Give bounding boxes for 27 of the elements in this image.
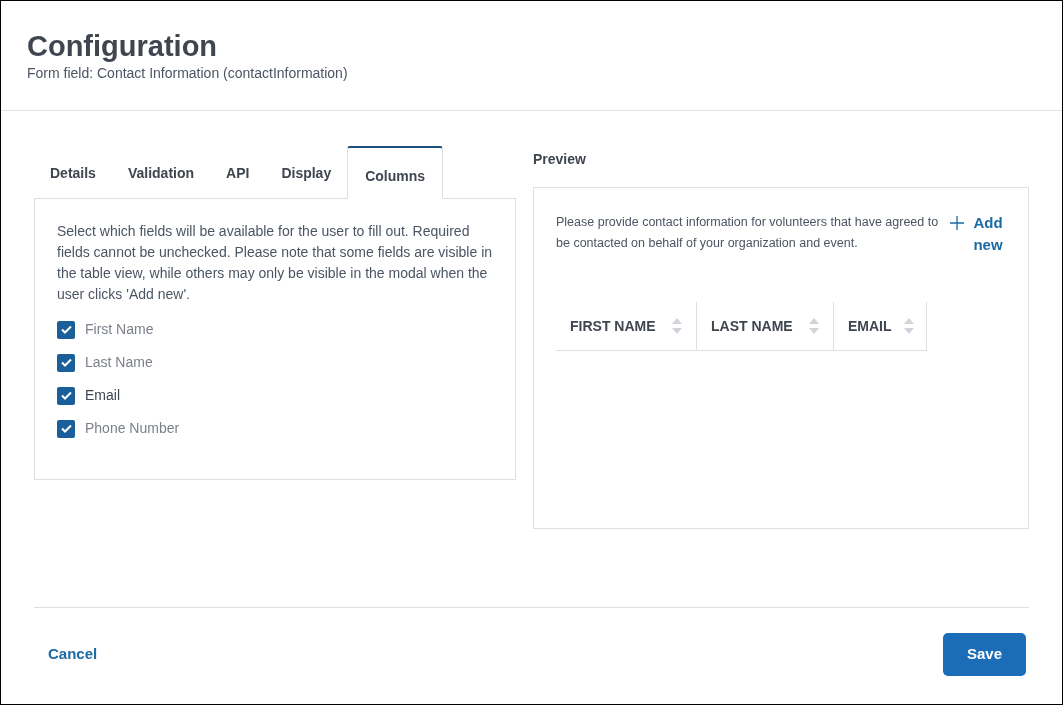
tab[interactable]: Display <box>265 148 348 198</box>
add-new-button[interactable]: Add new <box>950 212 1006 256</box>
column-header[interactable]: EMAIL <box>834 302 927 350</box>
checkbox[interactable] <box>57 386 75 405</box>
columns-description: Select which fields will be available for the user to fill out. Required fields cannot be unchecked. Please note that some fields are visible in the table view, while others may only be visible in the modal when the user clicks 'Add new'. <box>57 222 493 304</box>
cancel-link[interactable]: Cancel <box>48 642 98 666</box>
preview-heading: Preview <box>533 150 587 169</box>
column-header[interactable]: LAST NAME <box>697 302 834 350</box>
field-label: Phone Number <box>85 419 180 438</box>
save-button[interactable]: Save <box>943 632 1026 676</box>
check-icon <box>60 424 72 433</box>
column-header[interactable]: FIRST NAME <box>556 302 697 350</box>
field-label: First Name <box>85 320 154 339</box>
tab[interactable]: Columns <box>347 146 444 199</box>
page-title: Configuration <box>27 29 219 63</box>
check-icon <box>60 325 72 334</box>
plus-icon <box>950 216 964 230</box>
field-label: Email <box>85 386 120 405</box>
check-icon <box>60 391 72 400</box>
page-subtitle: Form field: Contact Information (contactInformation) <box>27 64 349 83</box>
preview-description: Please provide contact information for volunteers that have agreed to be contacted on behalf of your organization and event. <box>556 214 940 252</box>
check-icon <box>60 358 72 367</box>
tab[interactable]: Details <box>34 148 112 198</box>
tab[interactable]: Validation <box>111 148 211 198</box>
add-new-label: Add new <box>972 213 1004 255</box>
tab[interactable]: API <box>210 148 266 198</box>
field-label: Last Name <box>85 353 153 372</box>
